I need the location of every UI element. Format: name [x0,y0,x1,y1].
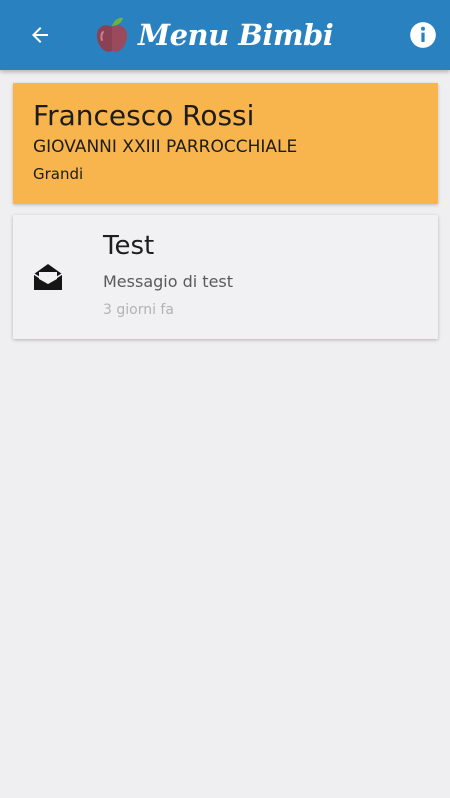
arrow-left-icon [32,27,48,43]
message-timestamp: 3 giorni fa [103,302,174,318]
app-bar: Menu Bimbi [0,0,450,70]
profile-school: GIOVANNI XXIII PARROCCHIALE [33,137,298,157]
app-logo: Menu Bimbi [94,12,334,58]
back-button[interactable] [22,17,58,53]
message-list-item[interactable]: Test Messagio di test 3 giorni fa [13,215,438,339]
profile-name: Francesco Rossi [33,99,255,132]
profile-card: Francesco Rossi GIOVANNI XXIII PARROCCHI… [13,83,438,204]
profile-group: Grandi [33,165,84,183]
envelope-open-icon [33,264,63,290]
apple-logo-icon [96,17,128,52]
app-title: Menu Bimbi [138,18,334,52]
info-circle-icon [410,22,436,48]
info-button[interactable] [405,17,441,53]
message-title: Test [103,231,155,261]
message-body: Messagio di test [103,272,234,291]
